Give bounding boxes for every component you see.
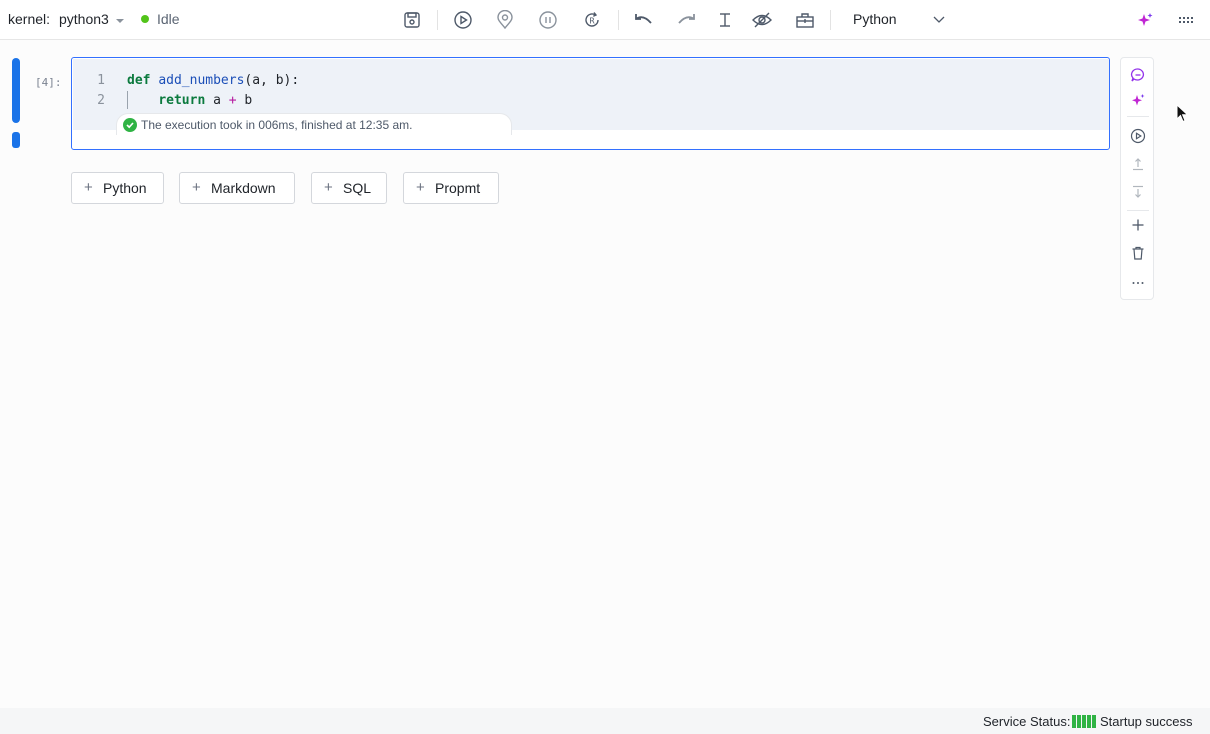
toolbar-divider	[437, 10, 438, 30]
cell-toolbar	[1120, 57, 1154, 300]
language-select[interactable]: Python	[843, 5, 953, 35]
add-sql-button[interactable]: + SQL	[311, 172, 387, 204]
move-down-icon[interactable]	[1128, 182, 1148, 202]
line-number: 2	[97, 93, 105, 108]
run-icon[interactable]	[452, 9, 474, 31]
language-value: Python	[853, 11, 897, 27]
location-icon[interactable]	[494, 9, 516, 31]
pause-icon[interactable]	[537, 9, 559, 31]
add-button-label: Python	[103, 180, 147, 196]
save-icon[interactable]	[401, 9, 423, 31]
toolbar-divider	[830, 10, 831, 30]
notebook-toolbar: kernel: python3 Idle R Python	[0, 0, 1210, 40]
service-status-value: Startup success	[1100, 714, 1193, 729]
more-icon[interactable]	[1128, 273, 1148, 293]
kernel-caret-icon[interactable]	[115, 13, 125, 31]
svg-text:R: R	[589, 17, 595, 26]
add-prompt-button[interactable]: + Propmt	[403, 172, 499, 204]
plus-icon: +	[324, 179, 333, 196]
plus-icon: +	[192, 179, 201, 196]
grid-menu-icon[interactable]	[1175, 9, 1197, 31]
redo-icon[interactable]	[676, 9, 698, 31]
line-number: 1	[97, 73, 105, 88]
kernel-selector[interactable]: python3	[59, 11, 109, 27]
add-python-button[interactable]: + Python	[71, 172, 164, 204]
toolbar-divider	[618, 10, 619, 30]
execution-message: The execution took in 006ms, finished at…	[141, 118, 413, 132]
ai-sparkle-icon[interactable]	[1128, 90, 1148, 110]
add-button-label: Propmt	[435, 180, 481, 196]
add-button-label: SQL	[343, 180, 372, 196]
run-cell-icon[interactable]	[1128, 126, 1148, 146]
cell-collapse-bar[interactable]	[12, 58, 20, 123]
add-markdown-button[interactable]: + Markdown	[179, 172, 295, 204]
ai-sparkle-icon[interactable]	[1134, 9, 1156, 31]
text-cursor-icon[interactable]	[714, 9, 736, 31]
chat-icon[interactable]	[1128, 65, 1148, 85]
chevron-down-icon	[932, 13, 946, 31]
success-check-icon	[123, 118, 137, 132]
status-bar: Service Status: Startup success	[0, 708, 1210, 734]
plus-icon: +	[84, 179, 93, 196]
restart-icon[interactable]: R	[581, 9, 603, 31]
tool-divider	[1127, 210, 1149, 211]
add-cell-icon[interactable]	[1128, 215, 1148, 235]
kernel-status-dot	[141, 15, 149, 23]
hide-icon[interactable]	[751, 9, 773, 31]
execution-info: The execution took in 006ms, finished at…	[116, 113, 512, 135]
undo-icon[interactable]	[632, 9, 654, 31]
tool-divider	[1127, 116, 1149, 117]
kernel-label: kernel:	[8, 11, 51, 27]
toolbox-icon[interactable]	[794, 9, 816, 31]
mouse-pointer-icon	[1176, 103, 1190, 129]
kernel-status: Idle	[157, 11, 180, 27]
code-line[interactable]: return a + b	[127, 93, 252, 108]
execution-count: [4]:	[35, 76, 62, 89]
service-status-label: Service Status:	[983, 714, 1071, 729]
service-signal-icon	[1072, 715, 1096, 728]
add-button-label: Markdown	[211, 180, 276, 196]
code-cell[interactable]: 1 def add_numbers(a, b): 2 return a + b …	[71, 57, 1110, 150]
plus-icon: +	[416, 179, 425, 196]
move-up-icon[interactable]	[1128, 154, 1148, 174]
code-line[interactable]: def add_numbers(a, b):	[127, 73, 299, 88]
delete-icon[interactable]	[1128, 243, 1148, 263]
output-collapse-bar[interactable]	[12, 132, 20, 148]
